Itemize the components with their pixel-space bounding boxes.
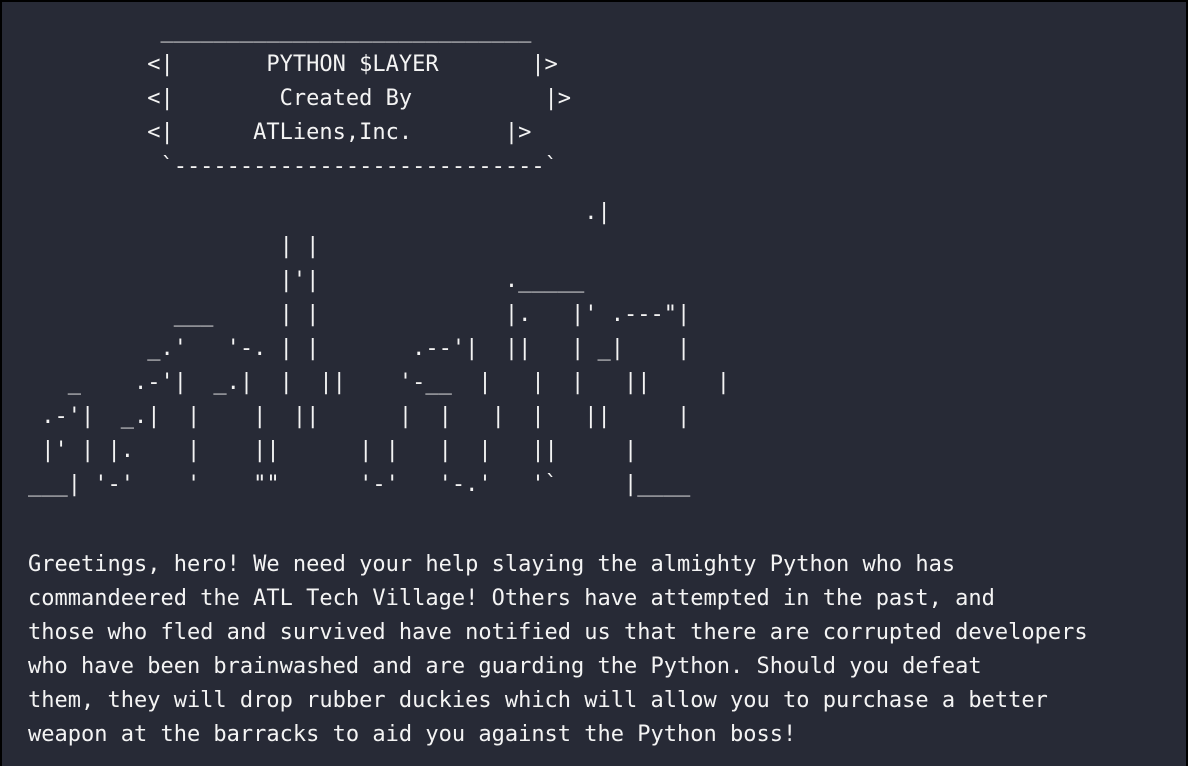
skyline-line: |'| ._____ bbox=[28, 268, 585, 293]
skyline-line: _ .-'| _.| | || '-__ | | | || | bbox=[28, 370, 730, 395]
ascii-skyline-art: .| | | |'| ._____ ___ | | |. |' .---"| _… bbox=[28, 196, 730, 502]
title-banner: ____________________________ <| PYTHON $… bbox=[28, 14, 571, 184]
banner-title-line: <| PYTHON $LAYER |> bbox=[28, 52, 558, 77]
banner-created-by-line: <| Created By |> bbox=[28, 86, 572, 111]
terminal-window: ____________________________ <| PYTHON $… bbox=[2, 2, 1186, 766]
intro-message: Greetings, hero! We need your help slayi… bbox=[28, 548, 1088, 752]
message-line: Greetings, hero! We need your help slayi… bbox=[28, 552, 956, 577]
skyline-line: | | bbox=[28, 234, 320, 259]
banner-company-line: <| ATLiens,Inc. |> bbox=[28, 120, 532, 145]
skyline-line: .| bbox=[28, 200, 611, 225]
message-line: weapon at the barracks to aid you agains… bbox=[28, 722, 797, 747]
banner-top-border: ____________________________ bbox=[28, 18, 532, 43]
skyline-line: ___| '-' ' "" '-' '-.' '` |____ bbox=[28, 472, 691, 497]
skyline-line: |' | |. | || | | | | || | bbox=[28, 438, 638, 463]
banner-bottom-border: `----------------------------` bbox=[28, 154, 558, 179]
skyline-line: _.' '-. | | .--'| || | _| | bbox=[28, 336, 691, 361]
skyline-line: .-'| _.| | | || | | | | || | bbox=[28, 404, 691, 429]
skyline-line: ___ | | |. |' .---"| bbox=[28, 302, 691, 327]
message-line: who have been brainwashed and are guardi… bbox=[28, 654, 982, 679]
message-line: them, they will drop rubber duckies whic… bbox=[28, 688, 1048, 713]
message-line: commandeered the ATL Tech Village! Other… bbox=[28, 586, 995, 611]
message-line: those who fled and survived have notifie… bbox=[28, 620, 1088, 645]
